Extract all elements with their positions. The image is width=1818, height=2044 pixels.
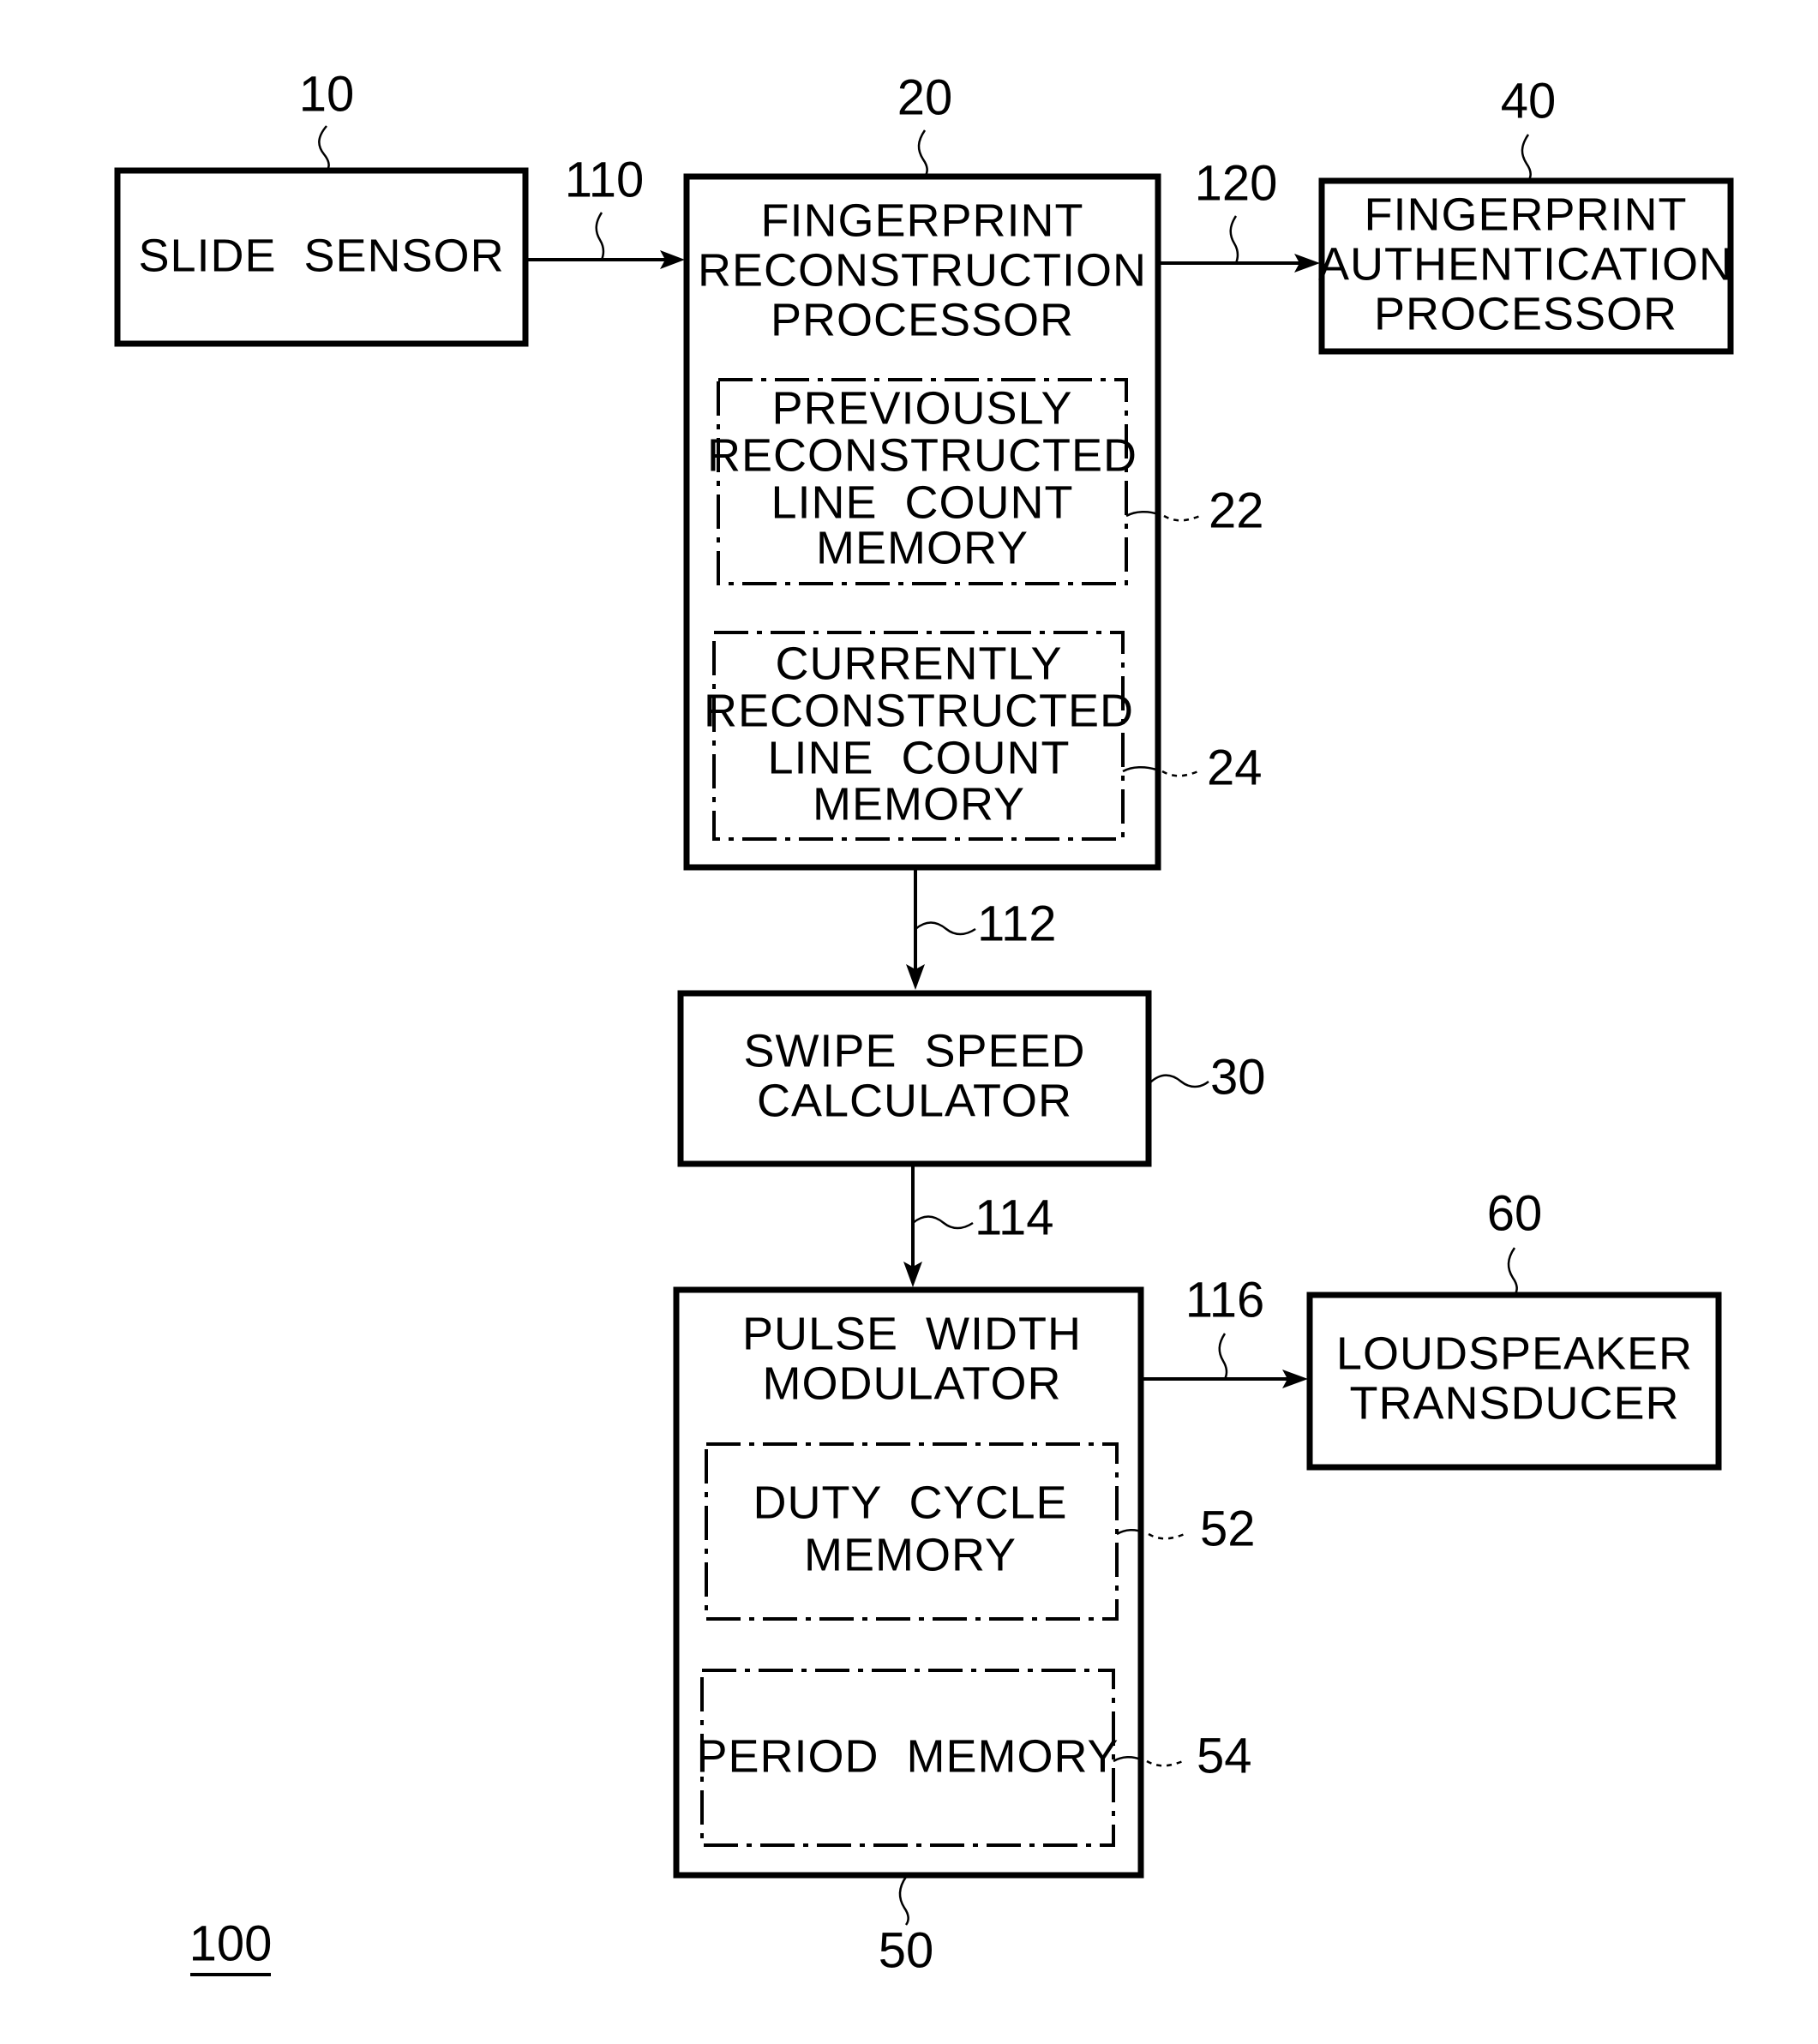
pulse-width-modulator-block: PULSE WIDTH MODULATOR 50 DUTY CYCLE MEMO…: [673, 1286, 1256, 1978]
ref-24-leader-outer: [1161, 770, 1199, 777]
prev-mem-line-3: LINE COUNT: [771, 477, 1073, 528]
fap-label-line-2: AUTHENTICATION: [1318, 238, 1733, 290]
ref-114-leader: [912, 1215, 974, 1230]
frp-label-line-1: FINGERPRINT: [760, 195, 1083, 246]
ref-20: 20: [897, 69, 953, 125]
ref-40: 40: [1501, 73, 1557, 129]
prev-mem-line-1: PREVIOUSLY: [771, 382, 1072, 434]
ref-120: 120: [1195, 155, 1278, 211]
ref-22-leader-outer: [1163, 514, 1201, 522]
pwm-label-line-2: MODULATOR: [762, 1358, 1061, 1409]
signal-116: 116: [1141, 1272, 1308, 1388]
ref-50: 50: [879, 1922, 934, 1978]
frp-label-line-3: PROCESSOR: [771, 294, 1074, 345]
ref-54: 54: [1197, 1728, 1252, 1783]
signal-120: 120: [1158, 155, 1320, 273]
fingerprint-reconstruction-block: FINGERPRINT RECONSTRUCTION PROCESSOR 20 …: [683, 69, 1264, 871]
ref-40-leader: [1521, 134, 1532, 182]
ref-100: 100: [189, 1915, 273, 1971]
ref-30: 30: [1210, 1049, 1266, 1105]
ref-116: 116: [1185, 1272, 1264, 1328]
ref-60-leader: [1507, 1247, 1518, 1296]
loudspeaker-transducer-block: LOUDSPEAKER TRANSDUCER 60: [1306, 1185, 1722, 1471]
ref-20-leader: [917, 129, 928, 177]
ref-116-leader: [1218, 1333, 1228, 1380]
slide-sensor-block: SLIDE SENSOR 10: [114, 66, 529, 347]
curr-mem-line-4: MEMORY: [813, 778, 1025, 830]
block-diagram: SLIDE SENSOR 10 110 FINGERPRINT RECONSTR…: [114, 66, 1734, 1978]
signal-110: 110: [525, 152, 685, 269]
ref-10: 10: [299, 66, 355, 122]
ref-110-leader: [595, 212, 605, 261]
curr-mem-line-3: LINE COUNT: [767, 732, 1070, 783]
prev-mem-line-4: MEMORY: [816, 522, 1029, 573]
lt-label-line-2: TRANSDUCER: [1349, 1377, 1679, 1429]
signal-114: 114: [903, 1164, 1053, 1287]
ref-120-leader: [1229, 215, 1239, 264]
ref-10-leader: [318, 125, 330, 171]
ref-52-leader-outer: [1148, 1532, 1185, 1540]
ssc-label-line-1: SWIPE SPEED: [743, 1025, 1085, 1076]
ref-114: 114: [975, 1190, 1053, 1245]
fingerprint-authentication-block: FINGERPRINT AUTHENTICATION PROCESSOR 40: [1318, 73, 1734, 355]
period-mem-line-1: PERIOD MEMORY: [696, 1730, 1119, 1782]
duty-mem-line-1: DUTY CYCLE: [753, 1477, 1067, 1528]
ref-52: 52: [1200, 1501, 1256, 1556]
frp-label-line-2: RECONSTRUCTION: [698, 244, 1147, 296]
fap-label-line-1: FINGERPRINT: [1364, 189, 1687, 240]
ref-112-leader: [915, 921, 976, 936]
fap-label-line-3: PROCESSOR: [1374, 288, 1677, 339]
slide-sensor-label: SLIDE SENSOR: [138, 230, 504, 281]
swipe-speed-calculator-block: SWIPE SPEED CALCULATOR 30: [677, 990, 1266, 1167]
ref-54-leader-outer: [1146, 1759, 1184, 1767]
figure-reference: 100: [189, 1915, 273, 1976]
ref-60: 60: [1487, 1185, 1543, 1241]
ssc-label-line-2: CALCULATOR: [757, 1075, 1072, 1126]
curr-mem-line-1: CURRENTLY: [775, 638, 1062, 689]
ref-112: 112: [977, 896, 1056, 951]
ref-50-leader: [898, 1876, 909, 1926]
ref-24: 24: [1207, 740, 1263, 795]
duty-mem-line-2: MEMORY: [804, 1529, 1017, 1580]
ref-30-leader: [1149, 1074, 1209, 1088]
ref-22: 22: [1209, 483, 1264, 538]
curr-mem-line-2: RECONSTRUCTED: [704, 685, 1134, 736]
signal-112: 112: [906, 867, 1056, 990]
lt-label-line-1: LOUDSPEAKER: [1336, 1328, 1693, 1379]
ref-110: 110: [565, 152, 644, 207]
prev-mem-line-2: RECONSTRUCTED: [707, 429, 1137, 481]
pwm-label-line-1: PULSE WIDTH: [742, 1308, 1082, 1359]
